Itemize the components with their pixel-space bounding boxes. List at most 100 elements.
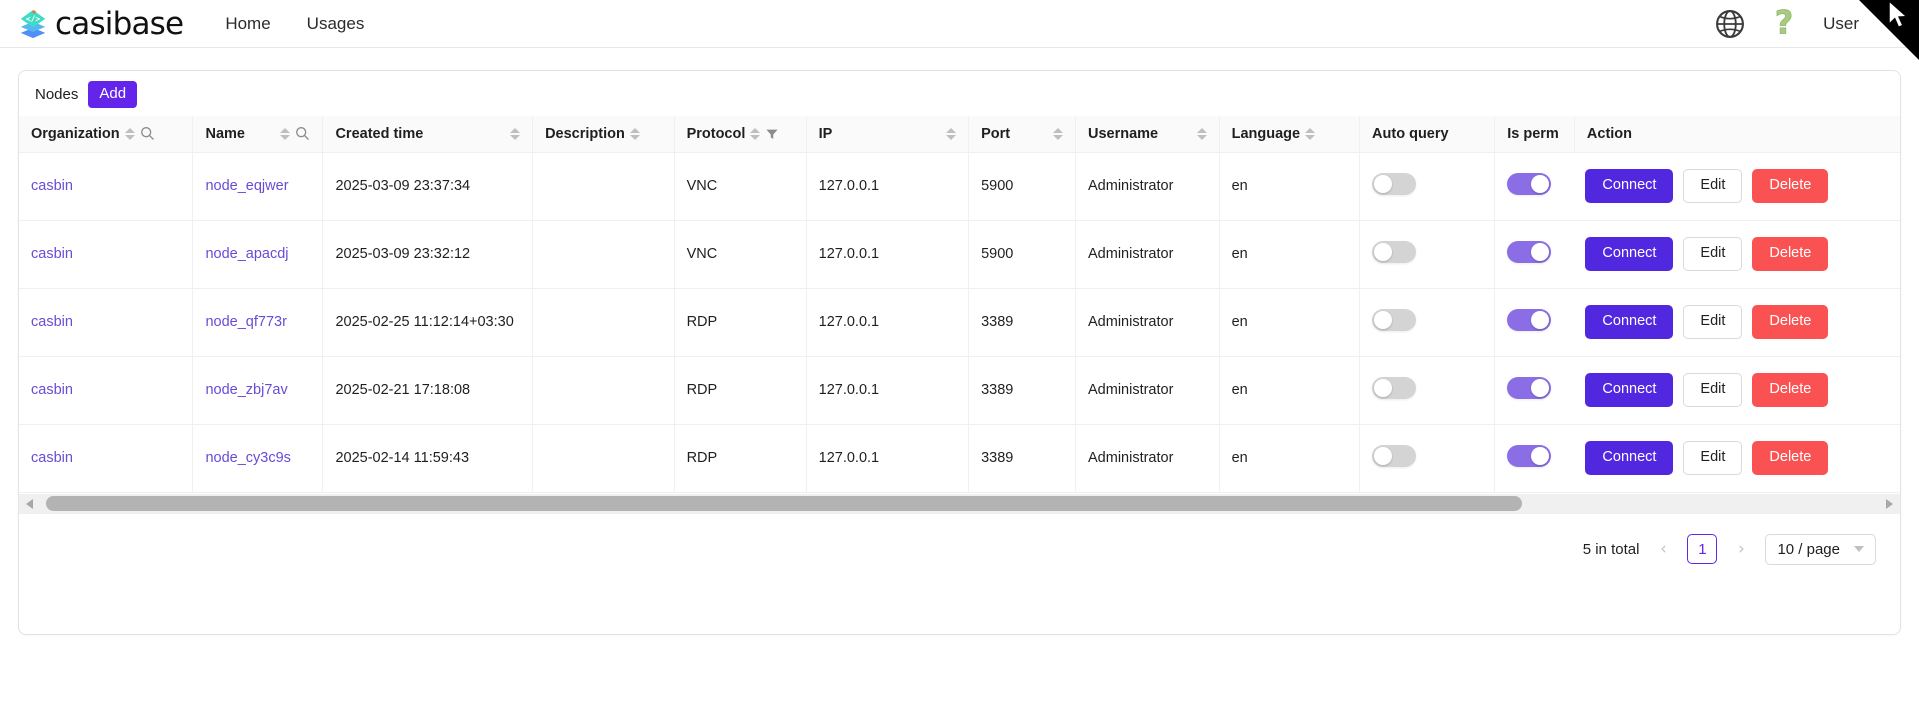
scroll-right-arrow[interactable] xyxy=(1879,493,1900,514)
auto-query-toggle[interactable] xyxy=(1372,241,1416,263)
column-label: Port xyxy=(981,126,1010,142)
edit-button[interactable]: Edit xyxy=(1683,237,1742,270)
is-perm-toggle[interactable] xyxy=(1507,445,1551,467)
cell-action: Connect Edit Delete xyxy=(1573,356,1900,424)
edit-button[interactable]: Edit xyxy=(1683,169,1742,202)
column-organization[interactable]: Organization xyxy=(19,116,193,153)
github-corner-icon[interactable] xyxy=(1859,0,1919,60)
organization-link[interactable]: casbin xyxy=(31,450,73,466)
port-text: 3389 xyxy=(981,450,1013,466)
cell-created-time: 2025-03-09 23:37:34 xyxy=(323,152,533,220)
is-perm-toggle[interactable] xyxy=(1507,377,1551,399)
cell-auto-query xyxy=(1360,220,1495,288)
page-size-label: 10 / page xyxy=(1777,541,1840,558)
sort-toggle-port[interactable] xyxy=(1053,128,1063,140)
scroll-left-arrow[interactable] xyxy=(19,493,40,514)
column-label: Description xyxy=(545,126,625,142)
user-menu[interactable]: User xyxy=(1823,14,1859,34)
cell-created-time: 2025-02-14 11:59:43 xyxy=(323,424,533,492)
pagination-page-1[interactable]: 1 xyxy=(1687,534,1717,564)
sort-toggle-username[interactable] xyxy=(1197,128,1207,140)
edit-button[interactable]: Edit xyxy=(1683,305,1742,338)
column-is-perm: Is perm xyxy=(1495,116,1575,153)
sort-toggle-ip[interactable] xyxy=(946,128,956,140)
pagination-prev[interactable]: ‹ xyxy=(1652,535,1674,563)
cell-ip: 127.0.0.1 xyxy=(806,220,968,288)
svg-text:</>: </> xyxy=(26,14,41,23)
page-body: Nodes Add Organization xyxy=(0,48,1919,635)
sort-toggle-created-time[interactable] xyxy=(510,128,520,140)
column-protocol[interactable]: Protocol xyxy=(674,116,806,153)
node-name-link[interactable]: node_qf773r xyxy=(205,314,286,330)
cell-action: Connect Edit Delete xyxy=(1573,152,1900,220)
sort-toggle-protocol[interactable] xyxy=(750,128,760,140)
node-name-link[interactable]: node_apacdj xyxy=(205,246,288,262)
column-created-time[interactable]: Created time xyxy=(323,116,533,153)
connect-button[interactable]: Connect xyxy=(1585,373,1673,406)
cell-description xyxy=(533,424,675,492)
sort-toggle-language[interactable] xyxy=(1305,128,1315,140)
question-mark-icon[interactable]: ? xyxy=(1769,7,1799,41)
connect-button[interactable]: Connect xyxy=(1585,169,1673,202)
filter-icon[interactable] xyxy=(765,127,779,141)
organization-link[interactable]: casbin xyxy=(31,382,73,398)
protocol-text: VNC xyxy=(687,246,718,262)
column-name[interactable]: Name xyxy=(193,116,323,153)
is-perm-toggle[interactable] xyxy=(1507,173,1551,195)
scrollbar-track[interactable] xyxy=(40,493,1879,514)
search-icon[interactable] xyxy=(140,126,155,141)
column-username[interactable]: Username xyxy=(1076,116,1220,153)
sort-toggle-organization[interactable] xyxy=(125,128,135,140)
column-ip[interactable]: IP xyxy=(806,116,968,153)
page-size-select[interactable]: 10 / page xyxy=(1765,534,1876,565)
organization-link[interactable]: casbin xyxy=(31,246,73,262)
auto-query-toggle[interactable] xyxy=(1372,445,1416,467)
is-perm-toggle[interactable] xyxy=(1507,309,1551,331)
auto-query-toggle[interactable] xyxy=(1372,309,1416,331)
delete-button[interactable]: Delete xyxy=(1752,169,1828,202)
globe-icon[interactable] xyxy=(1715,9,1745,39)
nodes-table: Organization Name xyxy=(19,116,1900,493)
table-header-row: Organization Name xyxy=(19,116,1900,153)
brand[interactable]: </> casibase xyxy=(18,8,183,39)
column-language[interactable]: Language xyxy=(1219,116,1359,153)
column-port[interactable]: Port xyxy=(969,116,1076,153)
table-scroll-region: Organization Name xyxy=(19,116,1900,565)
connect-button[interactable]: Connect xyxy=(1585,441,1673,474)
node-name-link[interactable]: node_cy3c9s xyxy=(205,450,290,466)
organization-link[interactable]: casbin xyxy=(31,314,73,330)
protocol-text: RDP xyxy=(687,382,718,398)
delete-button[interactable]: Delete xyxy=(1752,441,1828,474)
delete-button[interactable]: Delete xyxy=(1752,305,1828,338)
is-perm-toggle[interactable] xyxy=(1507,241,1551,263)
pagination-next[interactable]: › xyxy=(1730,535,1752,563)
connect-button[interactable]: Connect xyxy=(1585,305,1673,338)
delete-button[interactable]: Delete xyxy=(1752,237,1828,270)
edit-button[interactable]: Edit xyxy=(1683,373,1742,406)
node-name-link[interactable]: node_zbj7av xyxy=(205,382,287,398)
svg-text:?: ? xyxy=(1775,7,1793,41)
edit-button[interactable]: Edit xyxy=(1683,441,1742,474)
cell-ip: 127.0.0.1 xyxy=(806,424,968,492)
sort-toggle-description[interactable] xyxy=(630,128,640,140)
auto-query-toggle[interactable] xyxy=(1372,173,1416,195)
cell-protocol: RDP xyxy=(674,356,806,424)
node-name-link[interactable]: node_eqjwer xyxy=(205,178,288,194)
top-navbar: </> casibase Home Usages ? User xyxy=(0,0,1919,48)
auto-query-toggle[interactable] xyxy=(1372,377,1416,399)
horizontal-scrollbar[interactable] xyxy=(19,493,1900,514)
scrollbar-thumb[interactable] xyxy=(46,496,1522,511)
nav-link-home[interactable]: Home xyxy=(207,1,288,47)
column-description[interactable]: Description xyxy=(533,116,675,153)
column-label: IP xyxy=(819,126,833,142)
nav-link-usages[interactable]: Usages xyxy=(289,1,383,47)
cell-organization: casbin xyxy=(19,220,193,288)
connect-button[interactable]: Connect xyxy=(1585,237,1673,270)
card-header: Nodes Add xyxy=(19,71,1900,116)
add-button[interactable]: Add xyxy=(88,81,137,108)
search-icon[interactable] xyxy=(295,126,310,141)
sort-toggle-name[interactable] xyxy=(280,128,290,140)
organization-link[interactable]: casbin xyxy=(31,178,73,194)
delete-button[interactable]: Delete xyxy=(1752,373,1828,406)
table-body: casbin node_eqjwer 2025-03-09 23:37:34 VNC 1… xyxy=(19,152,1900,492)
